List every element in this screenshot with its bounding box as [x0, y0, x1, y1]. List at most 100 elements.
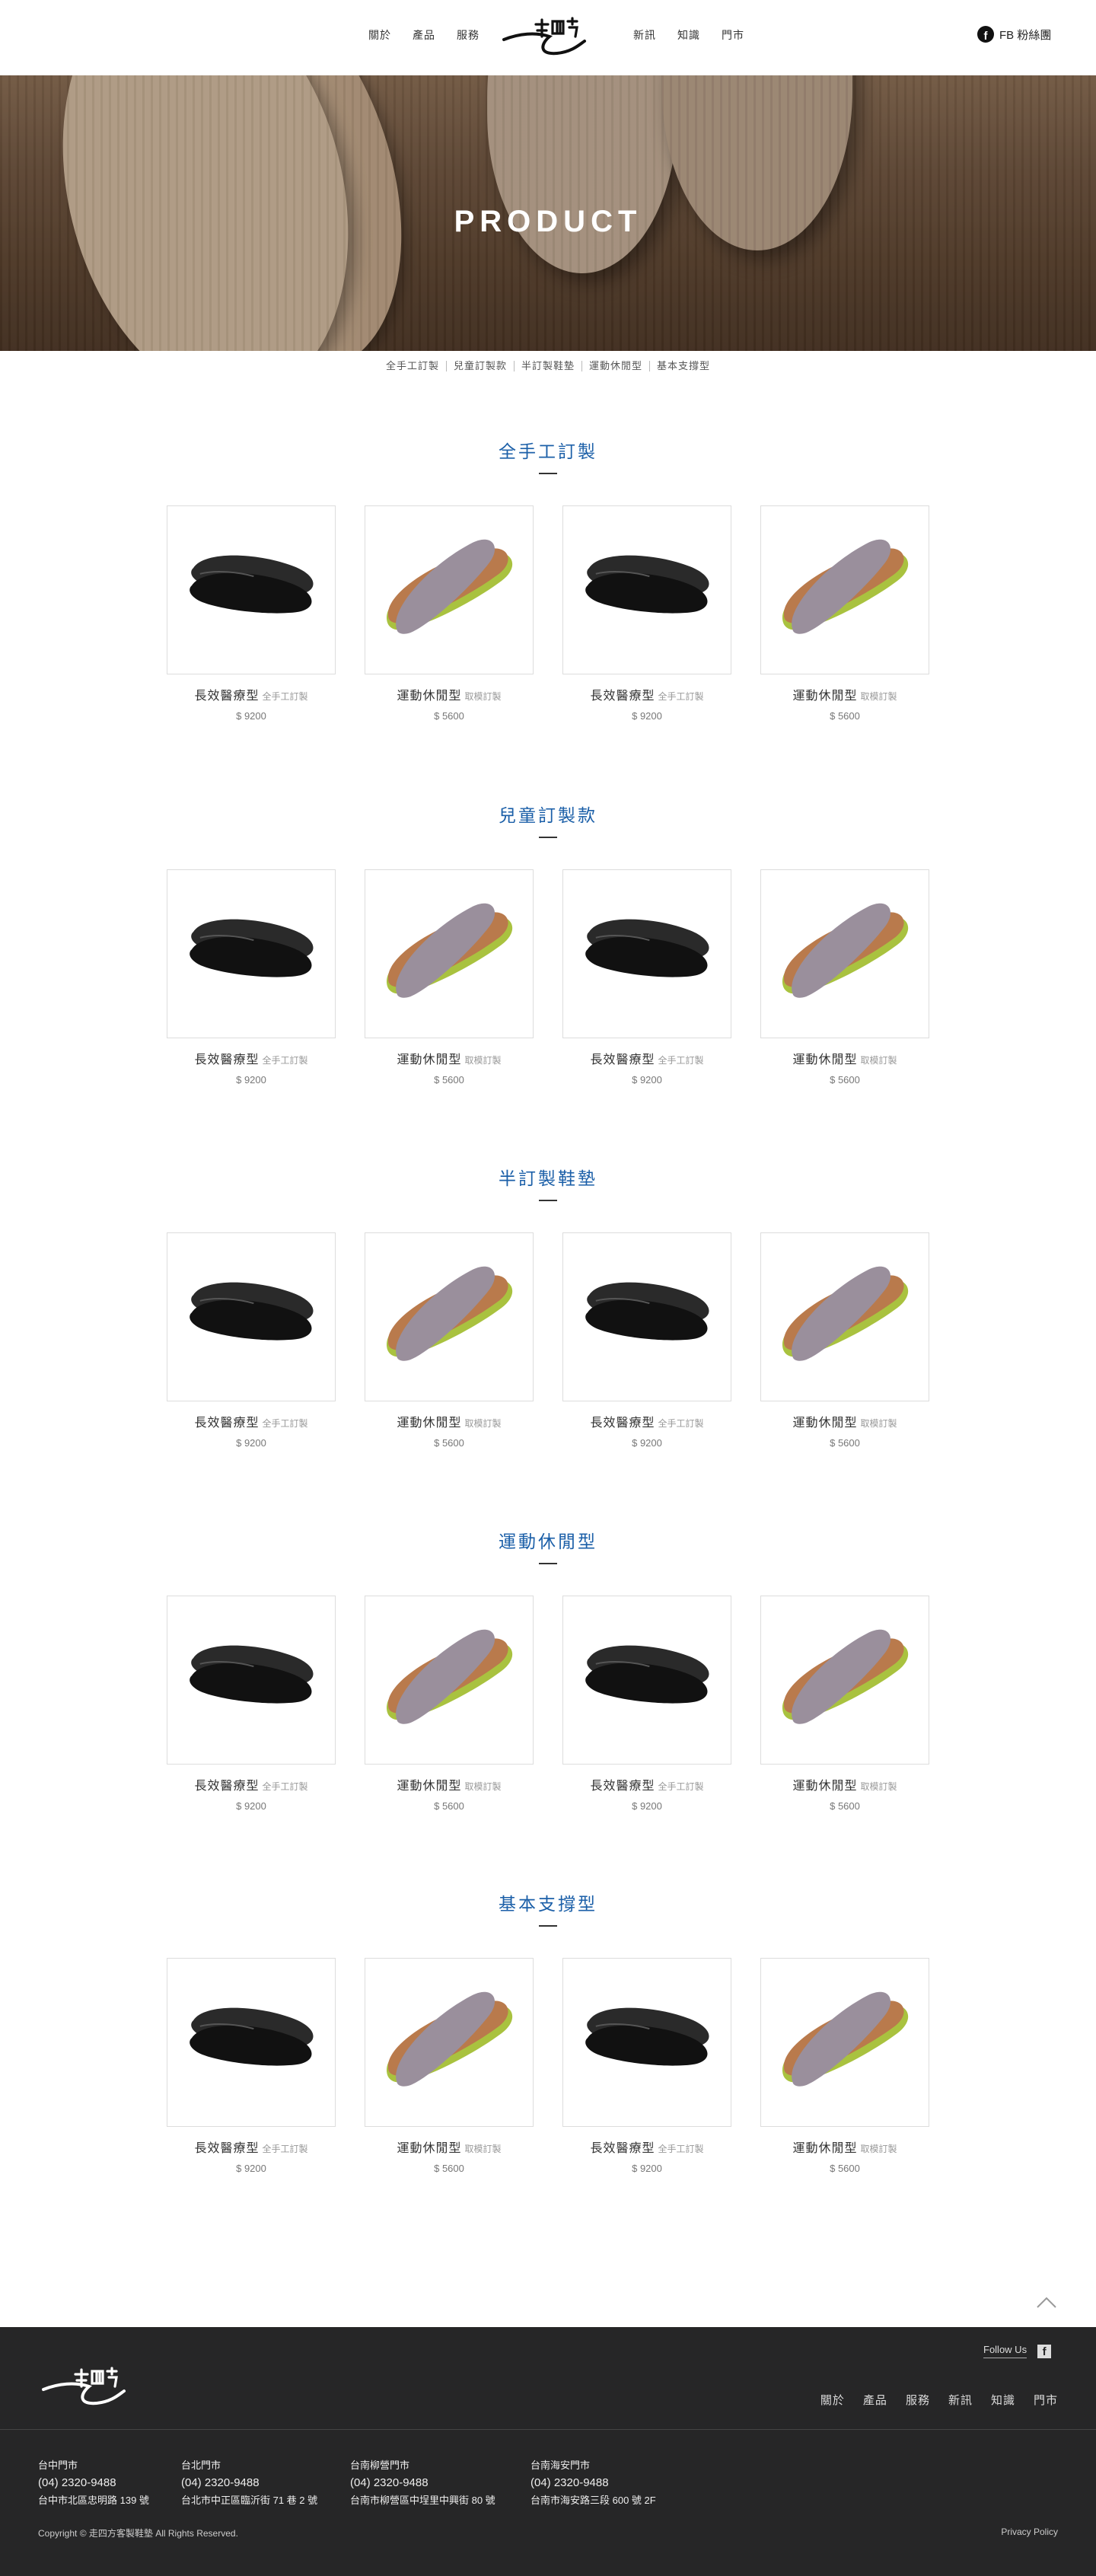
product-card[interactable]: 運動休閒型 取模訂製 $ 5600: [760, 869, 929, 1086]
subnav-item-kids[interactable]: 兒童訂製款: [447, 361, 515, 371]
product-image[interactable]: [562, 1596, 731, 1765]
product-image[interactable]: [562, 1958, 731, 2127]
product-title[interactable]: 長效醫療型 全手工訂製: [562, 2138, 731, 2156]
product-card[interactable]: 運動休閒型 取模訂製 $ 5600: [760, 505, 929, 722]
product-image[interactable]: [365, 1232, 534, 1401]
product-title[interactable]: 運動休閒型 取模訂製: [365, 2138, 534, 2156]
product-card[interactable]: 長效醫療型 全手工訂製 $ 9200: [562, 505, 731, 722]
product-image[interactable]: [760, 1958, 929, 2127]
footer-nav-stores[interactable]: 門市: [1034, 2392, 1058, 2408]
section-title: 兒童訂製款: [499, 805, 597, 825]
product-image[interactable]: [365, 505, 534, 674]
product-title[interactable]: 長效醫療型 全手工訂製: [167, 1775, 336, 1793]
facebook-icon[interactable]: f: [1037, 2344, 1052, 2358]
product-card[interactable]: 運動休閒型 取模訂製 $ 5600: [760, 1596, 929, 1812]
product-image[interactable]: [167, 869, 336, 1038]
product-title[interactable]: 長效醫療型 全手工訂製: [562, 685, 731, 703]
product-card[interactable]: 長效醫療型 全手工訂製 $ 9200: [167, 1232, 336, 1449]
footer-nav-knowledge[interactable]: 知識: [991, 2392, 1015, 2408]
product-grid: 長效醫療型 全手工訂製 $ 9200 運動休閒型 取模訂製 $ 5600 長效醫療型 全手工訂…: [167, 869, 929, 1098]
product-title[interactable]: 長效醫療型 全手工訂製: [562, 1412, 731, 1430]
store-phone[interactable]: (04) 2320-9488: [181, 2474, 317, 2492]
product-image[interactable]: [760, 1232, 929, 1401]
footer-nav: 關於 產品 服務 新訊 知識 門市: [820, 2392, 1058, 2408]
product-card[interactable]: 運動休閒型 取模訂製 $ 5600: [365, 1958, 534, 2174]
nav-item-knowledge[interactable]: 知識: [667, 27, 711, 43]
store-phone[interactable]: (04) 2320-9488: [350, 2474, 495, 2492]
product-title[interactable]: 運動休閒型 取模訂製: [760, 1412, 929, 1430]
nav-item-products[interactable]: 產品: [402, 27, 446, 43]
product-title[interactable]: 運動休閒型 取模訂製: [365, 1412, 534, 1430]
back-to-top-icon[interactable]: [1035, 2291, 1058, 2314]
product-card[interactable]: 運動休閒型 取模訂製 $ 5600: [365, 1596, 534, 1812]
product-name: 運動休閒型: [397, 1054, 462, 1066]
facebook-icon: f: [977, 26, 994, 43]
product-title[interactable]: 長效醫療型 全手工訂製: [167, 1412, 336, 1430]
subnav-item-semi-custom[interactable]: 半訂製鞋墊: [515, 361, 582, 371]
product-card[interactable]: 長效醫療型 全手工訂製 $ 9200: [562, 869, 731, 1086]
product-title[interactable]: 運動休閒型 取模訂製: [760, 685, 929, 703]
product-title[interactable]: 長效醫療型 全手工訂製: [167, 1049, 336, 1067]
product-image[interactable]: [760, 869, 929, 1038]
store-phone[interactable]: (04) 2320-9488: [530, 2474, 656, 2492]
product-title[interactable]: 運動休閒型 取模訂製: [760, 1775, 929, 1793]
product-card[interactable]: 長效醫療型 全手工訂製 $ 9200: [562, 1596, 731, 1812]
product-image[interactable]: [760, 1596, 929, 1765]
product-card[interactable]: 運動休閒型 取模訂製 $ 5600: [760, 1958, 929, 2174]
store-phone[interactable]: (04) 2320-9488: [38, 2474, 149, 2492]
product-image[interactable]: [167, 1596, 336, 1765]
product-image[interactable]: [562, 505, 731, 674]
product-price: $ 5600: [434, 710, 464, 722]
product-image[interactable]: [365, 869, 534, 1038]
nav-item-news[interactable]: 新訊: [623, 27, 667, 43]
product-title[interactable]: 運動休閒型 取模訂製: [365, 1775, 534, 1793]
product-title[interactable]: 長效醫療型 全手工訂製: [167, 2138, 336, 2156]
product-card[interactable]: 運動休閒型 取模訂製 $ 5600: [365, 869, 534, 1086]
product-title[interactable]: 運動休閒型 取模訂製: [365, 685, 534, 703]
product-card[interactable]: 運動休閒型 取模訂製 $ 5600: [760, 1232, 929, 1449]
product-image[interactable]: [365, 1958, 534, 2127]
product-tag: 全手工訂製: [262, 1781, 308, 1792]
subnav-item-sport[interactable]: 運動休閒型: [582, 361, 651, 371]
nav-item-stores[interactable]: 門市: [711, 27, 755, 43]
product-title[interactable]: 長效醫療型 全手工訂製: [562, 1775, 731, 1793]
follow-us-label[interactable]: Follow Us: [983, 2344, 1028, 2358]
product-card[interactable]: 長效醫療型 全手工訂製 $ 9200: [167, 1958, 336, 2174]
product-image[interactable]: [167, 1958, 336, 2127]
grey-green-insole-image: [782, 539, 909, 634]
section-title: 基本支撐型: [499, 1894, 597, 1914]
footer-nav-services[interactable]: 服務: [906, 2392, 930, 2408]
footer-nav-products[interactable]: 產品: [863, 2392, 887, 2408]
footer-nav-about[interactable]: 關於: [820, 2392, 845, 2408]
store-address: 台南市海安路三段 600 號 2F: [530, 2495, 656, 2506]
subnav-item-basic[interactable]: 基本支撐型: [650, 361, 717, 371]
product-card[interactable]: 長效醫療型 全手工訂製 $ 9200: [167, 1596, 336, 1812]
product-image[interactable]: [167, 505, 336, 674]
product-card[interactable]: 長效醫療型 全手工訂製 $ 9200: [167, 505, 336, 722]
product-title[interactable]: 長效醫療型 全手工訂製: [167, 685, 336, 703]
product-card[interactable]: 運動休閒型 取模訂製 $ 5600: [365, 505, 534, 722]
product-card[interactable]: 長效醫療型 全手工訂製 $ 9200: [167, 869, 336, 1086]
product-card[interactable]: 長效醫療型 全手工訂製 $ 9200: [562, 1232, 731, 1449]
product-card[interactable]: 運動休閒型 取模訂製 $ 5600: [365, 1232, 534, 1449]
subnav-item-handmade[interactable]: 全手工訂製: [379, 361, 447, 371]
footer-logo[interactable]: [35, 2361, 134, 2411]
product-tag: 取模訂製: [860, 2144, 897, 2154]
product-image[interactable]: [562, 1232, 731, 1401]
privacy-policy-link[interactable]: Privacy Policy: [1001, 2527, 1058, 2537]
product-title[interactable]: 長效醫療型 全手工訂製: [562, 1049, 731, 1067]
site-logo[interactable]: [496, 11, 594, 61]
product-title[interactable]: 運動休閒型 取模訂製: [760, 1049, 929, 1067]
facebook-fanpage-link[interactable]: f FB 粉絲團: [977, 26, 1051, 43]
product-image[interactable]: [365, 1596, 534, 1765]
product-image[interactable]: [562, 869, 731, 1038]
product-image[interactable]: [167, 1232, 336, 1401]
nav-item-about[interactable]: 關於: [358, 27, 402, 43]
footer-nav-news[interactable]: 新訊: [948, 2392, 973, 2408]
nav-item-services[interactable]: 服務: [446, 27, 490, 43]
product-title[interactable]: 運動休閒型 取模訂製: [365, 1049, 534, 1067]
product-title[interactable]: 運動休閒型 取模訂製: [760, 2138, 929, 2156]
black-insole-image: [190, 555, 314, 614]
product-card[interactable]: 長效醫療型 全手工訂製 $ 9200: [562, 1958, 731, 2174]
product-image[interactable]: [760, 505, 929, 674]
